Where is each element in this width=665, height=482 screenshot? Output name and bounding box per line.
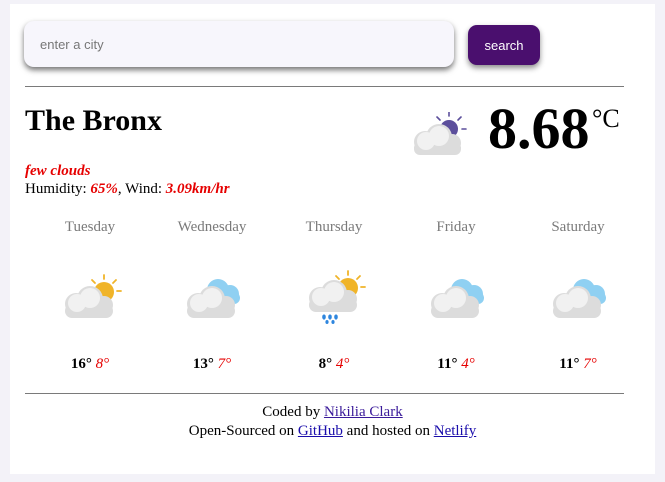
current-temperature: 8.68 [488, 96, 590, 161]
divider-top [25, 86, 624, 87]
footer-source: Open-Sourced on GitHub and hosted on Net… [10, 423, 655, 440]
author-link[interactable]: Nikilia Clark [324, 404, 403, 420]
clouds-icon [182, 270, 246, 324]
forecast-max-temp: 13° [192, 356, 214, 372]
sun-cloud-icon [60, 270, 124, 324]
clouds-icon [548, 270, 612, 324]
hosted-on-text: and hosted on [342, 423, 434, 439]
sun-cloud-rain-icon [304, 270, 368, 324]
forecast-min-temp: 7° [583, 356, 597, 372]
weather-description: few clouds [25, 163, 91, 179]
forecast-day-name: Thursday [305, 219, 363, 235]
search-button[interactable]: search [468, 25, 540, 65]
forecast-max-temp: 8° [318, 356, 333, 372]
forecast-min-temp: 7° [217, 356, 232, 372]
humidity-label: Humidity: [25, 181, 91, 197]
divider-bottom [25, 393, 624, 394]
forecast-day-name: Friday [436, 219, 476, 235]
humidity-value: 65% [90, 181, 118, 197]
forecast-temps: 11° 4° [401, 356, 511, 373]
forecast-day-name: Saturday [551, 219, 605, 235]
city-search-input[interactable] [24, 21, 454, 67]
forecast-max-temp: 16° [70, 356, 92, 372]
forecast-max-temp: 11° [437, 356, 458, 372]
temperature-unit: °C [592, 104, 620, 133]
forecast-min-temp: 4° [335, 356, 350, 372]
forecast-min-temp: 8° [95, 356, 110, 372]
wind-value: 3.09km/hr [165, 181, 230, 197]
clouds-icon [426, 270, 490, 324]
open-sourced-text: Open-Sourced on [188, 423, 298, 439]
github-link[interactable]: GitHub [298, 423, 343, 439]
forecast-temps: 8° 4° [279, 356, 389, 373]
netlify-link[interactable]: Netlify [434, 423, 477, 439]
coded-by-text: Coded by [262, 404, 324, 420]
city-name: The Bronx [25, 104, 162, 137]
forecast-temps: 16° 8° [35, 356, 145, 373]
forecast-min-temp: 4° [461, 356, 475, 372]
few-clouds-night-icon [405, 111, 470, 162]
footer-credit: Coded by Nikilia Clark [10, 404, 655, 421]
forecast-day-name: Tuesday [64, 219, 116, 235]
forecast-temps: 11° 7° [523, 356, 633, 373]
forecast-temps: 13° 7° [157, 356, 267, 373]
wind-label: , Wind: [117, 181, 166, 197]
forecast-day-name: Wednesday [177, 219, 247, 235]
weather-details: Humidity: 65%, Wind: 3.09km/hr [25, 181, 230, 198]
forecast-max-temp: 11° [559, 356, 580, 372]
